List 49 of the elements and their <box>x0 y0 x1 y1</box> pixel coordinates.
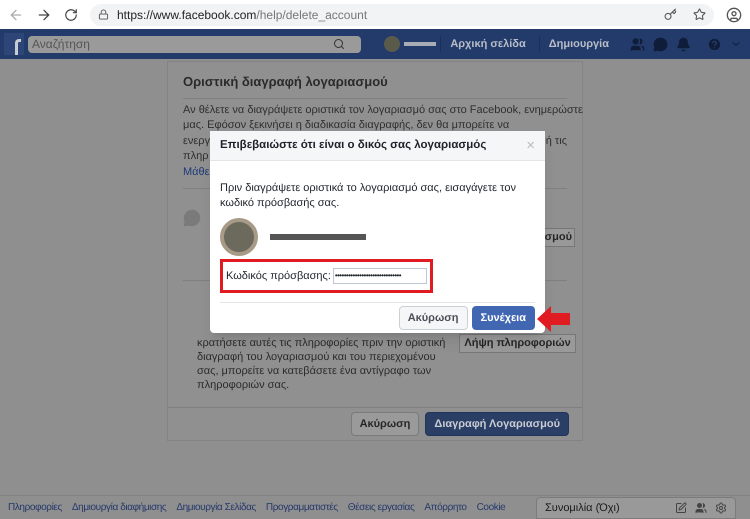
footer-link[interactable]: Cookie <box>476 500 506 515</box>
nav-link[interactable]: Δημιουργία <box>538 36 618 52</box>
url-text: https://www.facebook.com/help/delete_account <box>117 6 368 24</box>
back-icon[interactable] <box>8 6 24 22</box>
footer-link[interactable]: Πληροφορίες <box>8 500 62 515</box>
footer-link[interactable]: Δημιουργία Σελίδας <box>176 500 256 515</box>
chat-bar[interactable]: Συνομιλία (Όχι) <box>536 497 736 519</box>
cancel-button[interactable]: Ακύρωση <box>398 306 468 330</box>
card-title: Οριστική διαγραφή λογαριασμού <box>183 72 567 98</box>
lock-icon <box>98 9 109 20</box>
password-label: Κωδικός πρόσβασης: <box>226 268 331 284</box>
profile-icon[interactable] <box>726 6 742 22</box>
star-icon[interactable] <box>693 8 706 21</box>
password-value: •••••••••••••••••••••••••••••• <box>334 270 401 282</box>
reload-icon[interactable] <box>64 8 78 22</box>
arrow-icon <box>537 306 571 332</box>
paragraph-text: ή τις <box>546 134 567 148</box>
footer-link[interactable]: Προγραμματιστές <box>266 500 338 515</box>
paragraph-text: ενεργ <box>183 134 210 148</box>
paragraph-text: μας. Εφόσον ξεκινήσει η διαδικασία διαγραφής, δεν θα μπορείτε να <box>183 118 510 133</box>
learn-more-link[interactable]: Μάθε <box>183 166 210 178</box>
group-icon[interactable] <box>695 502 707 514</box>
key-icon[interactable] <box>664 8 677 21</box>
description-text: κρατήσετε αυτές τις πληροφορίες πριν την οριστική <box>197 336 446 350</box>
search-input[interactable]: Αναζήτηση <box>32 35 321 53</box>
search-icon[interactable] <box>333 38 345 50</box>
description-text: διαγραφή του λογαριασμού και του περιεχομένου <box>197 350 436 364</box>
footer-link[interactable]: Δημιουργία διαφήμισης <box>72 500 166 515</box>
chat-label: Συνομιλία (Όχι) <box>545 500 621 516</box>
cancel-button[interactable]: Ακύρωση <box>350 412 420 436</box>
primary-button[interactable]: Συνέχεια <box>472 306 535 330</box>
description-text: σας, μπορείτε να κατεβάσετε ένα αντίγραφο των <box>197 364 432 378</box>
dialog-title: Επιβεβαιώστε ότι είναι ο δικός σας λογαριασμός <box>220 138 486 153</box>
paragraph-text: πληρ <box>183 149 208 164</box>
primary-button[interactable]: Διαγραφή Λογαριασμού <box>425 412 569 436</box>
download-button[interactable]: Λήψη πληροφοριών <box>459 334 576 353</box>
forward-icon[interactable] <box>36 6 52 22</box>
description-text: πληροφοριών σας. <box>197 378 290 392</box>
logo-icon[interactable] <box>4 33 24 55</box>
paragraph-text: Αν θέλετε να διαγράψετε οριστικά τον λογαριασμό σας στο Facebook, ενημερώστε <box>183 102 583 118</box>
search-field[interactable]: Αναζήτηση <box>28 36 361 52</box>
compose-icon[interactable] <box>675 502 687 514</box>
address-bar[interactable]: https://www.facebook.com/help/delete_account <box>90 4 714 26</box>
password-field[interactable]: •••••••••••••••••••••••••••••• <box>332 268 427 284</box>
footer-link[interactable]: Απόρρητο <box>424 500 467 515</box>
dialog-text: Πριν διαγράψετε οριστικά το λογαριασμό σας, εισαγάγετε τον κωδικό πρόσβασής σας. <box>220 181 517 211</box>
nav-link[interactable]: Αρχική σελίδα <box>440 36 535 52</box>
settings-icon[interactable] <box>715 502 727 514</box>
footer-link[interactable]: Θέσεις εργασίας <box>348 500 414 515</box>
